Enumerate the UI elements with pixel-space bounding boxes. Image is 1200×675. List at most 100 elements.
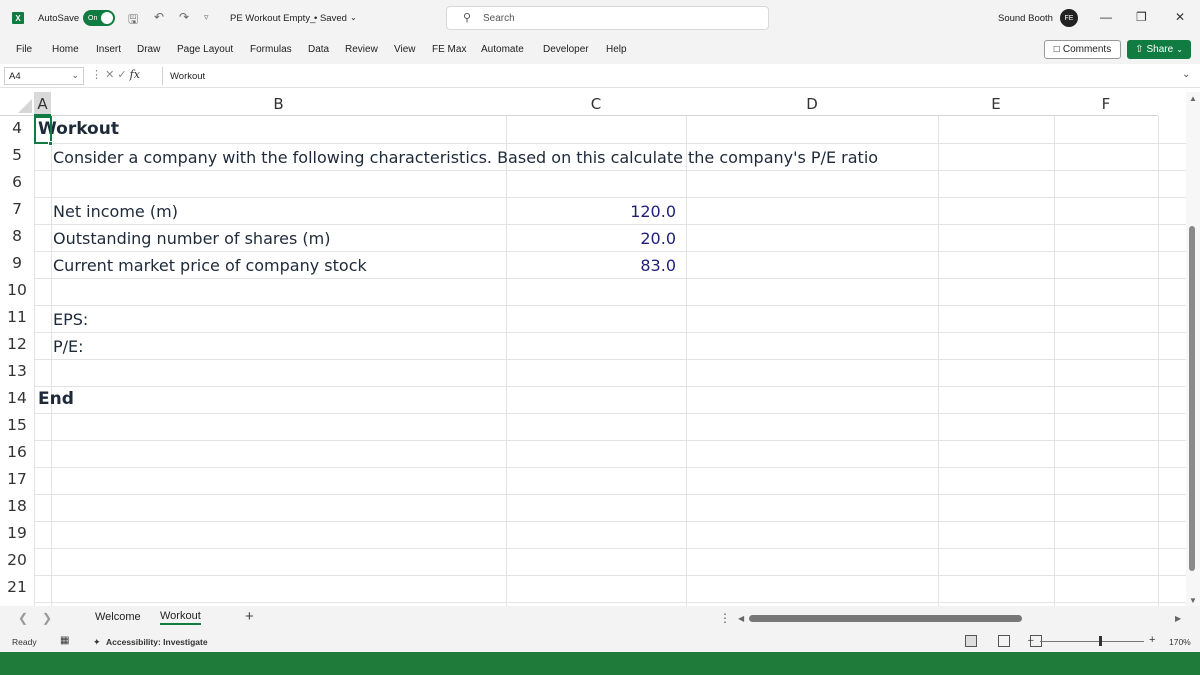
tab-insert[interactable]: Insert (96, 44, 121, 55)
sheet-tab-workout[interactable]: Workout (160, 610, 201, 625)
cell-b7[interactable]: Net income (m) (53, 202, 178, 221)
user-name[interactable]: Sound Booth (998, 13, 1053, 24)
zoom-out-icon[interactable]: – (1028, 635, 1034, 646)
expand-formula-bar-icon[interactable]: ⌄ (1182, 69, 1190, 80)
cell-c7[interactable]: 120.0 (506, 202, 676, 221)
scroll-left-icon[interactable]: ◀ (738, 614, 744, 623)
cell-b8[interactable]: Outstanding number of shares (m) (53, 229, 330, 248)
horizontal-scroll-thumb[interactable] (749, 615, 1022, 622)
customize-qat-icon[interactable]: ▿ (204, 12, 209, 23)
tab-help[interactable]: Help (606, 44, 627, 55)
scroll-right-icon[interactable]: ▶ (1175, 614, 1181, 623)
tab-developer[interactable]: Developer (543, 44, 589, 55)
vertical-scroll-thumb[interactable] (1189, 226, 1195, 571)
cell-b12[interactable]: P/E: (53, 337, 84, 356)
comments-button[interactable]: □ Comments (1044, 40, 1121, 59)
row-header-18[interactable]: 18 (0, 497, 34, 515)
tab-review[interactable]: Review (345, 44, 378, 55)
vertical-scrollbar[interactable]: ▲ ▼ (1186, 92, 1200, 606)
cell-b9[interactable]: Current market price of company stock (53, 256, 367, 275)
grid-line (34, 251, 1186, 252)
normal-view-icon[interactable] (965, 635, 977, 647)
row-header-11[interactable]: 11 (0, 308, 34, 326)
redo-icon[interactable]: ↷ (179, 10, 189, 24)
autosave-toggle[interactable]: On (83, 10, 115, 26)
row-header-9[interactable]: 9 (0, 254, 34, 272)
restore-icon[interactable]: ❐ (1136, 10, 1147, 24)
page-layout-view-icon[interactable] (998, 635, 1010, 647)
search-icon: ⚲ (463, 12, 472, 24)
column-header-c[interactable]: C (506, 92, 686, 116)
tab-fe-max[interactable]: FE Max (432, 44, 466, 55)
worksheet-grid[interactable]: A B C D E F 4 5 6 7 8 9 10 11 12 13 14 1… (0, 92, 1186, 606)
zoom-level[interactable]: 170% (1169, 637, 1191, 647)
document-title[interactable]: PE Workout Empty_ (230, 13, 315, 24)
save-status[interactable]: • Saved (314, 13, 347, 24)
column-header-b[interactable]: B (51, 92, 506, 116)
tab-home[interactable]: Home (52, 44, 79, 55)
row-header-7[interactable]: 7 (0, 200, 34, 218)
row-header-16[interactable]: 16 (0, 443, 34, 461)
row-header-14[interactable]: 14 (0, 389, 34, 407)
search-box[interactable]: ⚲ Search (446, 6, 769, 30)
tab-data[interactable]: Data (308, 44, 329, 55)
tab-view[interactable]: View (394, 44, 416, 55)
avatar[interactable]: FE (1060, 9, 1078, 27)
tab-file[interactable]: File (16, 44, 32, 55)
cell-b5[interactable]: Consider a company with the following ch… (53, 148, 878, 167)
row-header-12[interactable]: 12 (0, 335, 34, 353)
column-header-a[interactable]: A (34, 92, 51, 116)
tab-automate[interactable]: Automate (481, 44, 524, 55)
tab-formulas[interactable]: Formulas (250, 44, 292, 55)
enter-icon[interactable]: ✓ (117, 69, 126, 81)
row-header-4[interactable]: 4 (0, 119, 34, 137)
row-header-15[interactable]: 15 (0, 416, 34, 434)
select-all-button[interactable] (0, 92, 34, 116)
tab-draw[interactable]: Draw (137, 44, 160, 55)
scroll-up-icon[interactable]: ▲ (1189, 94, 1197, 103)
formula-input[interactable]: Workout (170, 71, 205, 82)
share-icon: ⇧ (1135, 44, 1144, 55)
cell-c8[interactable]: 20.0 (506, 229, 676, 248)
sheet-tab-welcome[interactable]: Welcome (95, 611, 141, 623)
row-header-8[interactable]: 8 (0, 227, 34, 245)
chevron-down-icon[interactable]: ⌄ (71, 70, 79, 81)
chevron-down-icon[interactable]: ⌄ (350, 13, 357, 22)
save-icon[interactable]: 🖫 (128, 10, 138, 31)
insert-function-icon[interactable]: fx (130, 68, 140, 81)
column-header-e[interactable]: E (938, 92, 1054, 116)
cell-b11[interactable]: EPS: (53, 310, 88, 329)
row-header-21[interactable]: 21 (0, 578, 34, 596)
minimize-icon[interactable]: — (1100, 10, 1112, 24)
add-sheet-button[interactable]: + (245, 608, 254, 625)
row-header-5[interactable]: 5 (0, 146, 34, 164)
zoom-slider-knob[interactable] (1099, 636, 1102, 646)
row-header-17[interactable]: 17 (0, 470, 34, 488)
cancel-icon[interactable]: ✕ (105, 69, 114, 81)
prev-sheet-icon[interactable]: ❮ (18, 611, 28, 625)
accessibility-status[interactable]: Accessibility: Investigate (106, 637, 208, 647)
accessibility-icon[interactable]: ✦ (93, 637, 101, 648)
close-icon[interactable]: ✕ (1175, 10, 1185, 24)
more-icon[interactable]: ⋮ (91, 69, 102, 81)
scroll-down-icon[interactable]: ▼ (1189, 596, 1197, 605)
column-header-d[interactable]: D (686, 92, 938, 116)
row-header-13[interactable]: 13 (0, 362, 34, 380)
row-header-19[interactable]: 19 (0, 524, 34, 542)
cell-c9[interactable]: 83.0 (506, 256, 676, 275)
next-sheet-icon[interactable]: ❯ (42, 611, 52, 625)
fill-handle[interactable] (48, 141, 53, 146)
row-header-6[interactable]: 6 (0, 173, 34, 191)
zoom-in-icon[interactable]: + (1149, 634, 1155, 646)
name-box[interactable]: A4 ⌄ (4, 67, 84, 85)
cell-a14[interactable]: End (38, 389, 74, 409)
undo-icon[interactable]: ↶ (154, 10, 164, 24)
zoom-slider[interactable] (1040, 641, 1144, 642)
column-header-f[interactable]: F (1054, 92, 1158, 116)
tab-page-layout[interactable]: Page Layout (177, 44, 233, 55)
share-button[interactable]: ⇧ Share ⌄ (1127, 40, 1191, 59)
cell-mode-icon[interactable]: ▦ (60, 635, 69, 646)
row-header-10[interactable]: 10 (0, 281, 34, 299)
more-options-icon[interactable]: ⋮ (719, 611, 731, 625)
row-header-20[interactable]: 20 (0, 551, 34, 569)
